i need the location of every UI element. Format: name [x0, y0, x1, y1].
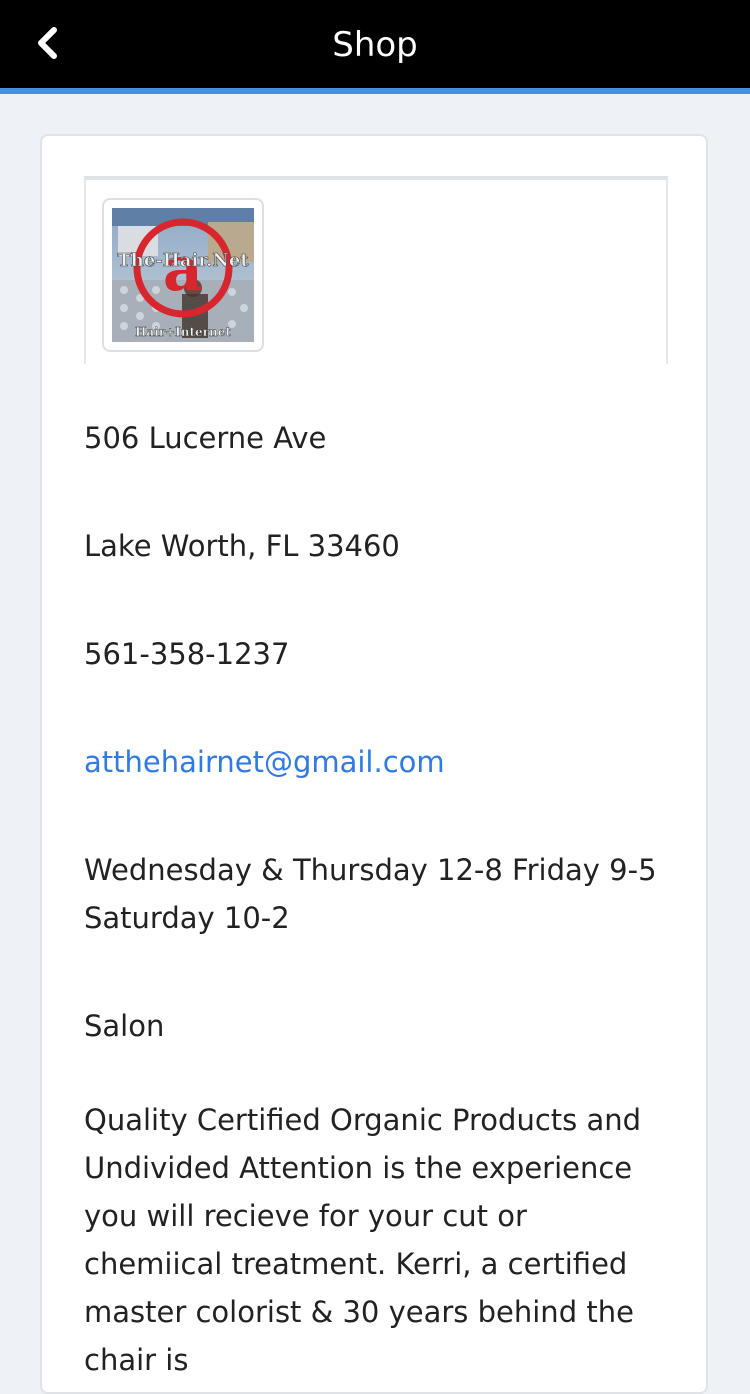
- shop-card: a The-Hair.Net Hair+Internet 506 Lucerne…: [40, 134, 708, 1394]
- svg-text:Hair+Internet: Hair+Internet: [135, 325, 231, 339]
- header-accent-bar: [0, 88, 750, 94]
- svg-text:The-Hair.Net: The-Hair.Net: [117, 250, 249, 271]
- shop-logo-thumbnail[interactable]: a The-Hair.Net Hair+Internet: [102, 198, 264, 352]
- shop-category: Salon: [84, 1009, 165, 1043]
- nav-bar: Shop: [0, 0, 750, 88]
- phone-number[interactable]: 561-358-1237: [84, 630, 674, 678]
- address-line-2: Lake Worth, FL 33460: [84, 529, 400, 563]
- image-gallery: a The-Hair.Net Hair+Internet: [84, 176, 668, 364]
- email-link[interactable]: atthehairnet@gmail.com: [84, 738, 674, 786]
- shop-logo-image: a The-Hair.Net Hair+Internet: [112, 208, 254, 342]
- address-line-1: 506 Lucerne Ave: [84, 421, 327, 455]
- business-hours: Wednesday & Thursday 12-8 Friday 9-5 Sat…: [84, 853, 657, 935]
- page-title: Shop: [332, 25, 418, 65]
- shop-description: Quality Certified Organic Products and U…: [84, 1103, 642, 1377]
